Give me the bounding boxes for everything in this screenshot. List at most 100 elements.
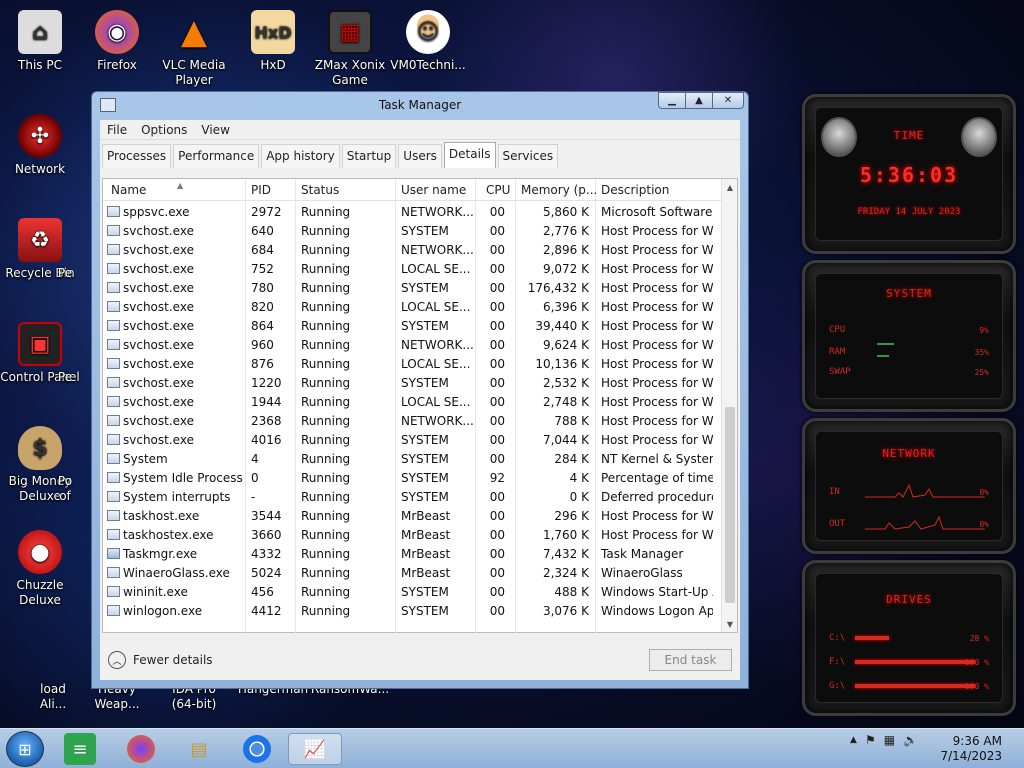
tab-users[interactable]: Users: [398, 144, 442, 168]
vertical-scrollbar[interactable]: ▲ ▼: [721, 179, 737, 632]
table-row[interactable]: svchost.exe 752 Running LOCAL SE... 00 9,072 …: [103, 260, 721, 279]
table-row[interactable]: System interrupts - Running SYSTEM 00 0 K Defe…: [103, 488, 721, 507]
table-row[interactable]: winlogon.exe 4412 Running SYSTEM 00 3,076 K Wi…: [103, 602, 721, 621]
cell-description: Host Process for Wi...: [601, 224, 713, 238]
tab-performance[interactable]: Performance: [173, 144, 260, 168]
volume-icon[interactable]: 🔊: [903, 733, 918, 747]
column-header-status[interactable]: Status: [301, 183, 339, 197]
cell-status: Running: [301, 395, 351, 409]
cell-description: Deferred procedure ...: [601, 490, 713, 504]
scrollbar-thumb[interactable]: [725, 407, 735, 603]
cell-user: LOCAL SE...: [401, 300, 471, 314]
tab-app-history[interactable]: App history: [261, 144, 340, 168]
cell-pid: 4: [251, 452, 259, 466]
table-row[interactable]: svchost.exe 1944 Running LOCAL SE... 00 2,748…: [103, 393, 721, 412]
cell-user: SYSTEM: [401, 604, 449, 618]
menu-view[interactable]: View: [194, 123, 236, 137]
file-explorer-icon[interactable]: ▤: [182, 733, 216, 765]
desktop-icon-label: HxD: [260, 58, 286, 72]
firefox-taskbar-icon[interactable]: [124, 733, 158, 765]
cell-name: taskhostex.exe: [123, 528, 214, 542]
desktop-icon-firefox[interactable]: ◉ Firefox: [77, 10, 157, 73]
scroll-down-icon[interactable]: ▼: [722, 616, 738, 632]
desktop-icon-vlc[interactable]: ▲ VLC Media Player: [154, 10, 234, 88]
desktop-icon-hxd[interactable]: HxD HxD: [233, 10, 313, 73]
table-row[interactable]: svchost.exe 2368 Running NETWORK... 00 788 K H…: [103, 412, 721, 431]
flag-icon[interactable]: ⚑: [865, 733, 876, 747]
cpu-label: CPU: [829, 325, 846, 335]
network-status-icon[interactable]: ▦: [884, 733, 895, 747]
column-header-name[interactable]: Name ▲: [111, 181, 183, 197]
tab-startup[interactable]: Startup: [341, 144, 397, 168]
table-row[interactable]: svchost.exe 820 Running LOCAL SE... 00 6,396 …: [103, 298, 721, 317]
desktop-icon-zmax[interactable]: ▦ ZMax Xonix Game: [310, 10, 390, 88]
cell-status: Running: [301, 243, 351, 257]
column-header-cpu[interactable]: CPU: [486, 183, 510, 197]
cell-memory: 2,776 K: [542, 224, 589, 238]
table-row[interactable]: svchost.exe 4016 Running SYSTEM 00 7,044 K Hos…: [103, 431, 721, 450]
show-hidden-icons-icon[interactable]: ▲: [850, 735, 857, 745]
cell-memory: 296 K: [554, 509, 589, 523]
table-row[interactable]: sppsvc.exe 2972 Running NETWORK... 00 5,860 K…: [103, 203, 721, 222]
cell-pid: 0: [251, 471, 259, 485]
desktop-icon-label: Chuzzle Deluxe: [16, 578, 64, 607]
hxd-icon: HxD: [251, 10, 295, 54]
cell-name: svchost.exe: [123, 300, 194, 314]
table-row[interactable]: svchost.exe 960 Running NETWORK... 00 9,624 K…: [103, 336, 721, 355]
notes-app-icon[interactable]: ≡: [64, 733, 96, 765]
cell-status: Running: [301, 509, 351, 523]
desktop-icon-this-pc[interactable]: ⌂ This PC: [0, 10, 80, 73]
desktop-icon-technician[interactable]: ☺ VM0Techni...: [388, 10, 468, 73]
desktop-icon-network[interactable]: ✣ Network: [0, 114, 80, 177]
tab-details[interactable]: Details: [443, 142, 496, 168]
table-row[interactable]: svchost.exe 1220 Running SYSTEM 00 2,532 K Hos…: [103, 374, 721, 393]
cell-description: Percentage of time t...: [601, 471, 713, 485]
table-row[interactable]: svchost.exe 876 Running LOCAL SE... 00 10,136…: [103, 355, 721, 374]
task-manager-taskbar-icon[interactable]: 📈: [288, 733, 342, 765]
table-row[interactable]: svchost.exe 864 Running SYSTEM 00 39,440 K Hos…: [103, 317, 721, 336]
maximize-button[interactable]: ▲: [685, 92, 713, 109]
desktop-icon-download[interactable]: load Ali...: [0, 682, 80, 712]
cell-cpu: 00: [489, 414, 505, 428]
table-row[interactable]: wininit.exe 456 Running SYSTEM 00 488 K Window…: [103, 583, 721, 602]
close-button[interactable]: ✕: [712, 92, 744, 109]
table-row[interactable]: System Idle Process 0 Running SYSTEM 92 4 K Pe…: [103, 469, 721, 488]
desktop-icon-label: load Ali...: [39, 682, 67, 711]
taskbar-clock[interactable]: 9:36 AM 7/14/2023: [940, 734, 1002, 764]
tab-processes[interactable]: Processes: [102, 144, 172, 168]
column-header-pid[interactable]: PID: [251, 183, 271, 197]
table-row[interactable]: System 4 Running SYSTEM 00 284 K NT Kernel & S…: [103, 450, 721, 469]
table-row[interactable]: Taskmgr.exe 4332 Running MrBeast 00 7,432 K Ta…: [103, 545, 721, 564]
table-row[interactable]: taskhostex.exe 3660 Running MrBeast 00 1,760 …: [103, 526, 721, 545]
end-task-button[interactable]: End task: [649, 649, 732, 671]
start-button[interactable]: ⊞: [6, 731, 44, 767]
scroll-up-icon[interactable]: ▲: [722, 179, 738, 195]
chrome-icon[interactable]: [240, 733, 274, 765]
clock-date: 7/14/2023: [940, 749, 1002, 763]
table-row[interactable]: WinaeroGlass.exe 5024 Running MrBeast 00 2,32…: [103, 564, 721, 583]
cell-description: Host Process for Wi...: [601, 338, 713, 352]
column-header-user-name[interactable]: User name: [401, 183, 466, 197]
fewer-details-button[interactable]: ︿ Fewer details: [108, 651, 213, 669]
desktop-icon-chuzzle[interactable]: ● Chuzzle Deluxe: [0, 530, 80, 608]
cell-name: svchost.exe: [123, 414, 194, 428]
column-header-memory[interactable]: Memory (p...: [521, 183, 597, 197]
tab-services[interactable]: Services: [497, 144, 559, 168]
process-icon: [107, 206, 120, 217]
cell-status: Running: [301, 338, 351, 352]
table-row[interactable]: svchost.exe 640 Running SYSTEM 00 2,776 K Host…: [103, 222, 721, 241]
menu-file[interactable]: File: [100, 123, 134, 137]
task-manager-window[interactable]: Task Manager ▁ ▲ ✕ File Options View Pro…: [91, 91, 749, 689]
column-header-description[interactable]: Description: [601, 183, 669, 197]
cell-pid: 1944: [251, 395, 282, 409]
process-icon: [107, 415, 120, 426]
menu-options[interactable]: Options: [134, 123, 194, 137]
table-row[interactable]: svchost.exe 684 Running NETWORK... 00 2,896 K…: [103, 241, 721, 260]
cell-name: System: [123, 452, 168, 466]
cell-description: Host Process for Wi...: [601, 243, 713, 257]
title-bar[interactable]: Task Manager ▁ ▲ ✕: [92, 92, 748, 120]
cell-user: MrBeast: [401, 528, 451, 542]
table-row[interactable]: taskhost.exe 3544 Running MrBeast 00 296 K Hos…: [103, 507, 721, 526]
minimize-button[interactable]: ▁: [658, 92, 686, 109]
table-row[interactable]: svchost.exe 780 Running SYSTEM 00 176,432 K Ho…: [103, 279, 721, 298]
